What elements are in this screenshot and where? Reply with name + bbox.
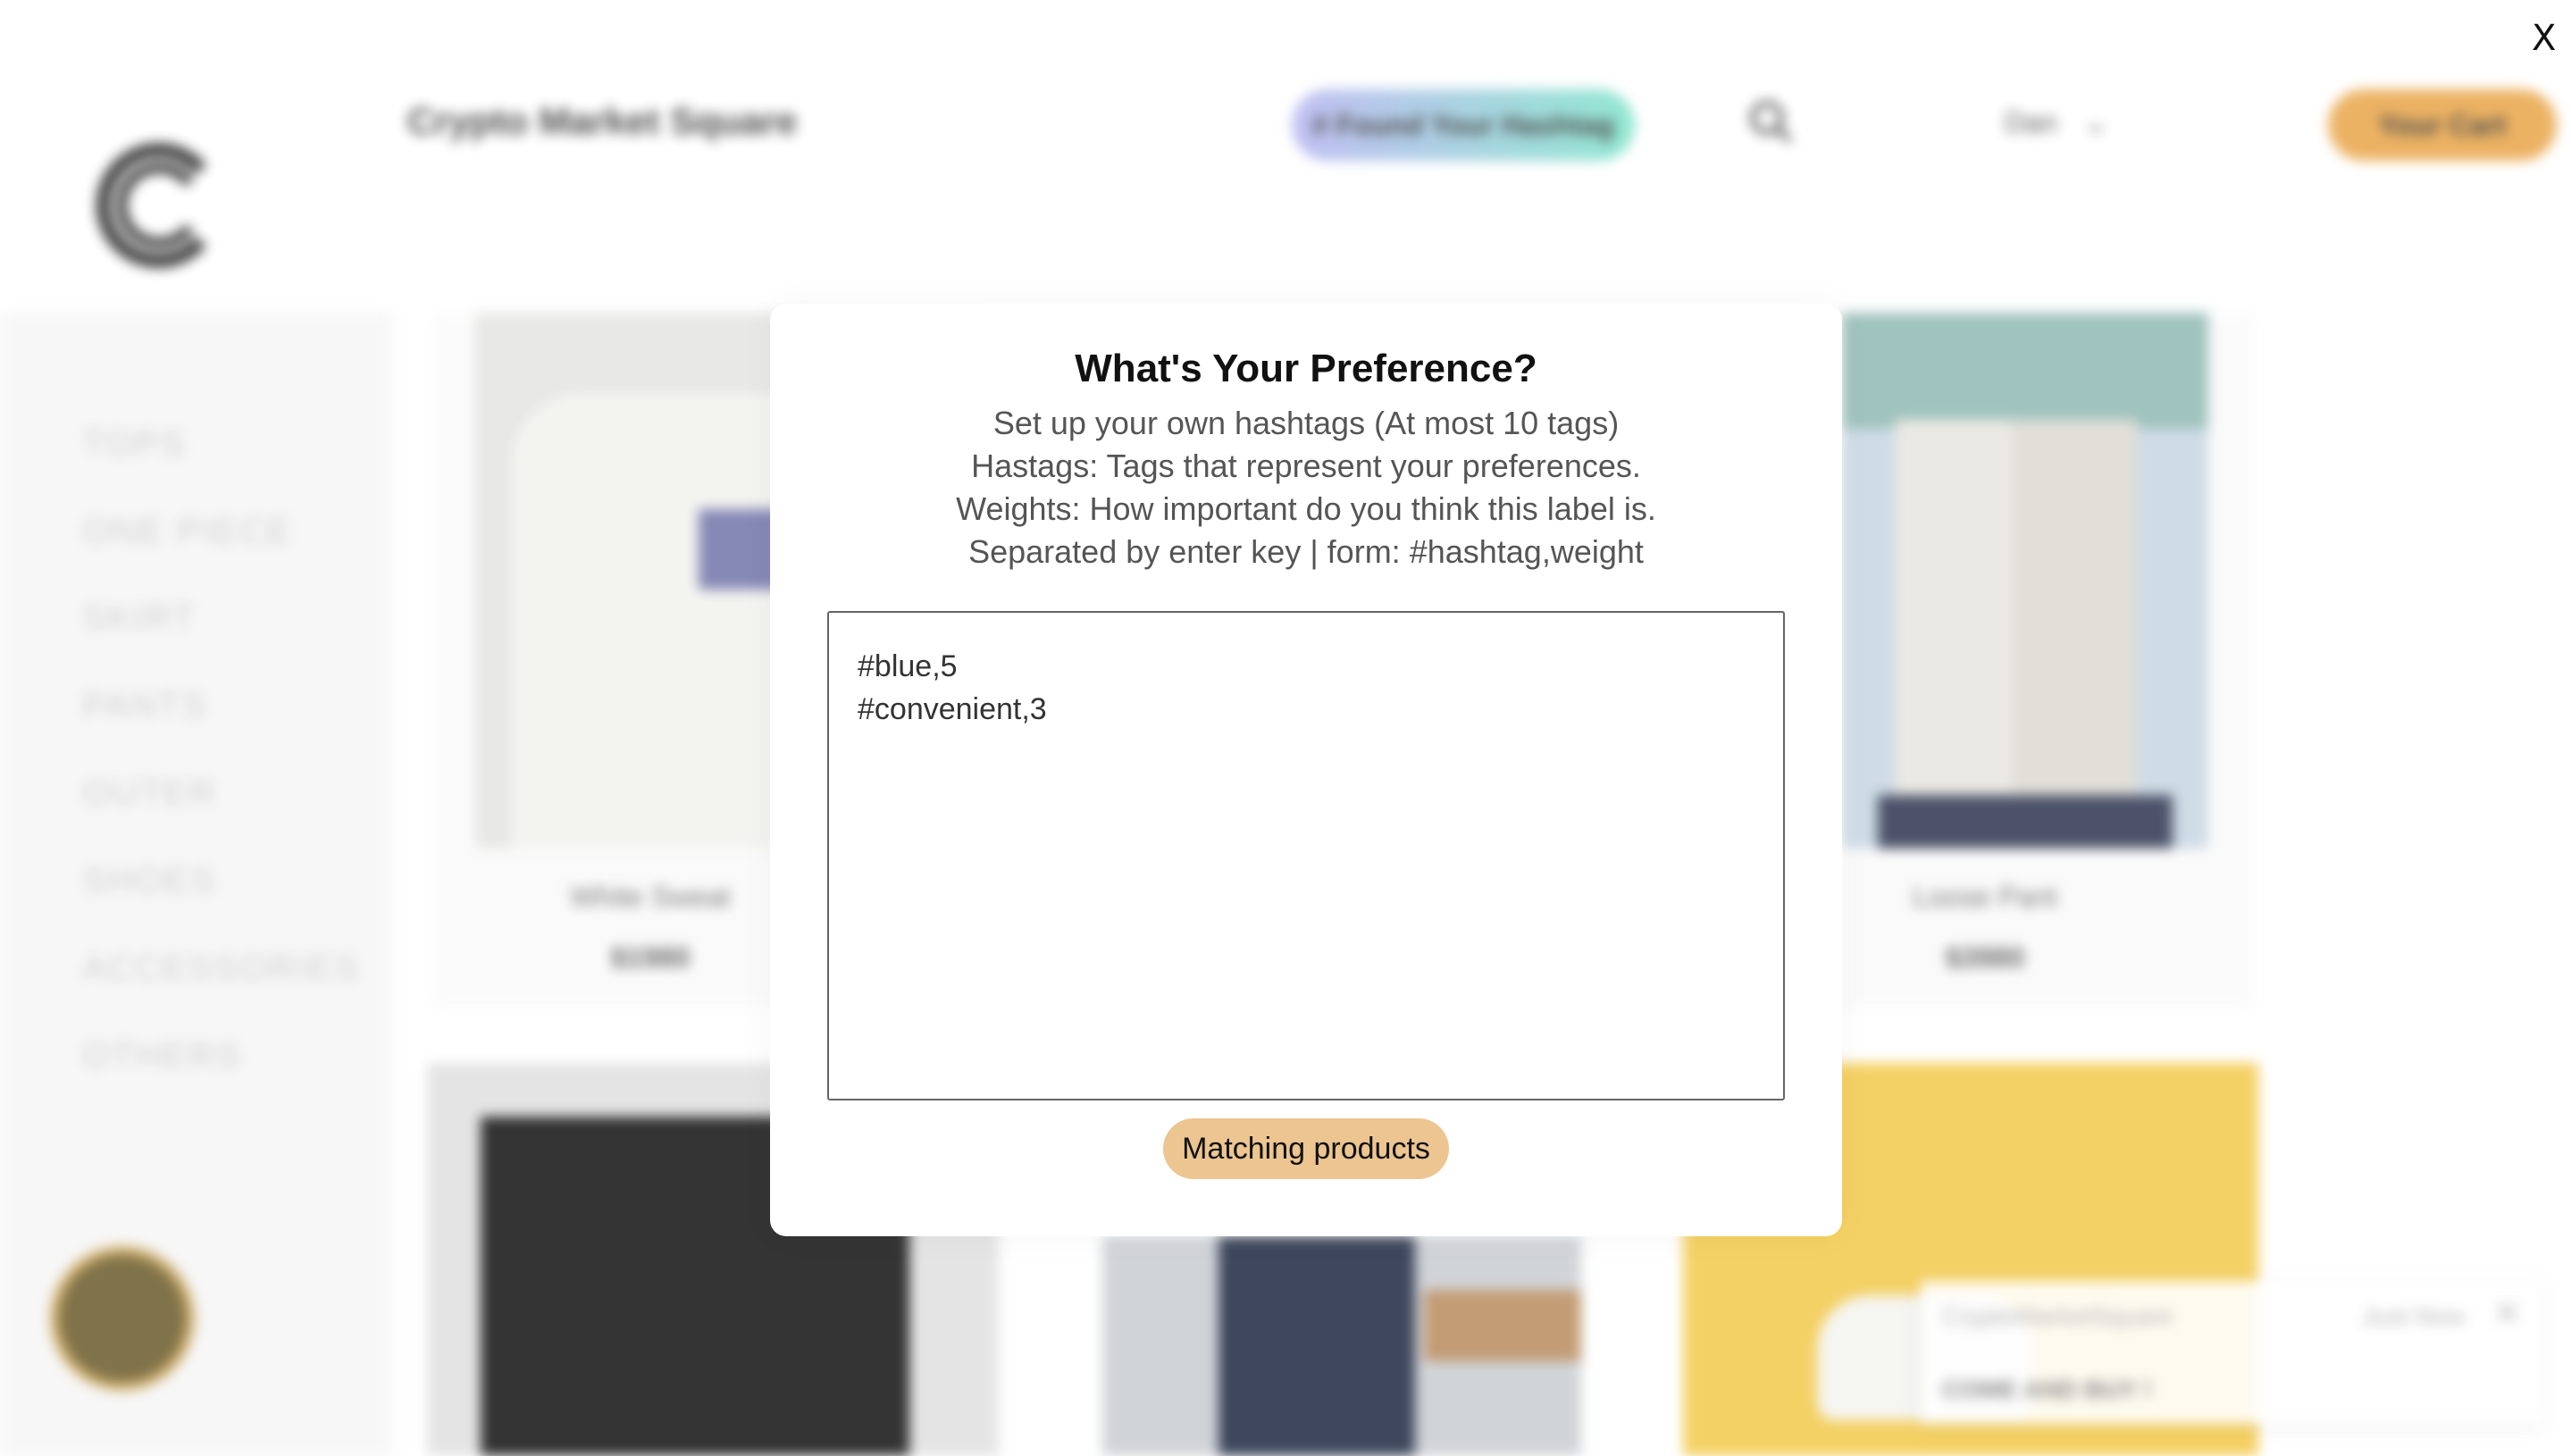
close-icon[interactable]: X — [2532, 18, 2556, 59]
brand-name[interactable]: Crypto Market Square — [407, 100, 797, 143]
notification-message: COME AND BUY ! — [1942, 1376, 2152, 1403]
sidebar-item-one-piece[interactable]: ONE PIECE — [82, 512, 293, 552]
header: Crypto Market Square # Found Your Hashta… — [0, 0, 2571, 268]
sidebar-item-shoes[interactable]: SHOES — [82, 861, 216, 901]
modal-instructions: Set up your own hashtags (At most 10 tag… — [770, 402, 1842, 573]
user-menu[interactable]: Dan ⌄ — [2005, 105, 2108, 139]
preference-modal: What's Your Preference? Set up your own … — [770, 304, 1842, 1236]
sidebar-item-pants[interactable]: PANTS — [82, 686, 207, 726]
logo-icon — [96, 143, 207, 268]
user-name: Dan — [2005, 105, 2057, 138]
chevron-down-icon: ⌄ — [2083, 106, 2108, 138]
instruction-line: Set up your own hashtags (At most 10 tag… — [992, 405, 1620, 441]
hashtag-input[interactable] — [827, 611, 1785, 1100]
close-icon[interactable]: ✕ — [2492, 1293, 2523, 1335]
instruction-line: Weights: How important do you think this… — [956, 490, 1656, 527]
search-icon[interactable] — [1747, 98, 1794, 145]
notification-time: Just Now — [2362, 1302, 2466, 1330]
modal-title: What's Your Preference? — [1075, 347, 1537, 390]
notification-toast[interactable]: CryptoMarketSquare Just Now ✕ COME AND B… — [1921, 1281, 2542, 1424]
product-image[interactable] — [1102, 1236, 1581, 1456]
sidebar-item-outer[interactable]: OUTER — [82, 774, 216, 814]
matching-products-button[interactable]: Matching products — [1163, 1118, 1449, 1179]
product-image — [1842, 313, 2208, 849]
sidebar-item-accessories[interactable]: ACCESSORIES — [82, 949, 360, 989]
instruction-line: Separated by enter key | form: #hashtag,… — [968, 533, 1644, 570]
sidebar-item-tops[interactable]: TOPS — [82, 424, 186, 464]
sidebar-item-skirt[interactable]: SKIRT — [82, 598, 196, 639]
cart-button[interactable]: Your Cart — [2328, 89, 2557, 161]
notification-app: CryptoMarketSquare — [1942, 1302, 2173, 1330]
found-hashtag-button[interactable]: # Found Your Hashtag — [1292, 89, 1635, 161]
sidebar-item-others[interactable]: OTHERS — [82, 1036, 242, 1076]
coin-icon[interactable] — [50, 1246, 195, 1391]
instruction-line: Hastags: Tags that represent your prefer… — [971, 448, 1641, 484]
product-card[interactable]: Loose Pant $3980 — [1842, 313, 2253, 1009]
